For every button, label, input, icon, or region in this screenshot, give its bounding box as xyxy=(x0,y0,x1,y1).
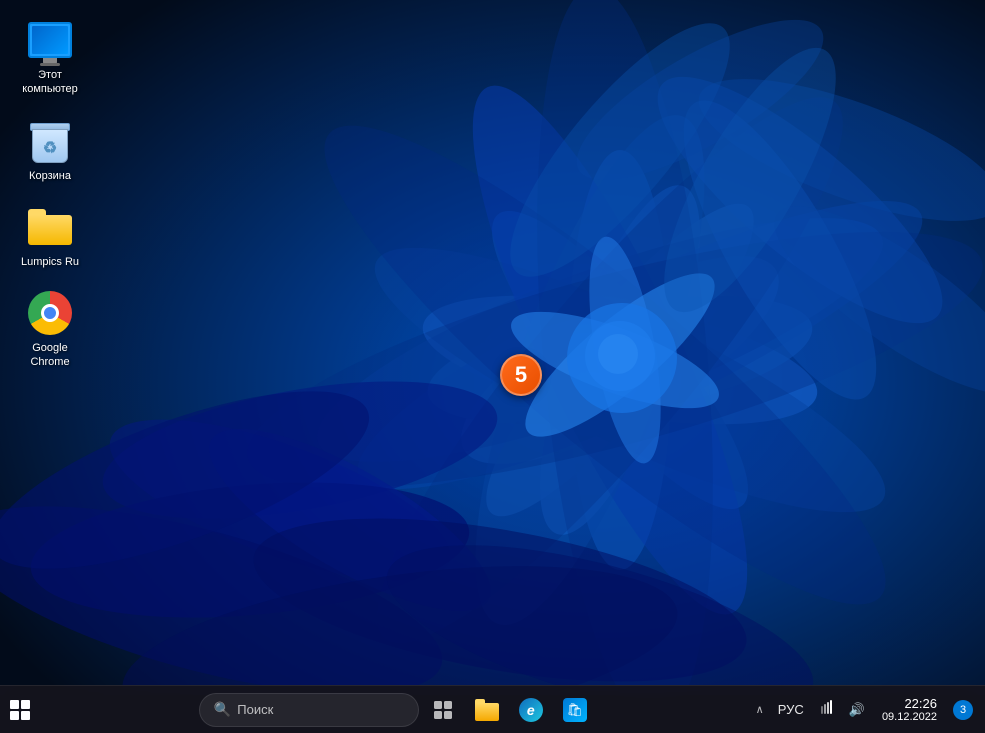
search-bar[interactable]: 🔍 Поиск xyxy=(199,693,419,727)
desktop: Этот компьютер ♻ Корзина xyxy=(0,0,985,695)
win-square-2 xyxy=(21,700,30,709)
bloom-wallpaper xyxy=(0,0,985,695)
windows-logo-icon xyxy=(10,700,30,720)
volume-icon[interactable]: 🔊 xyxy=(846,700,868,720)
step-number: 5 xyxy=(515,362,527,388)
taskbar-center: 🔍 Поиск e 🛍 xyxy=(40,690,754,730)
network-icon-svg xyxy=(819,700,835,716)
desktop-icon-this-computer[interactable]: Этот компьютер xyxy=(10,10,90,103)
edge-icon: e xyxy=(519,698,543,722)
start-button[interactable] xyxy=(0,690,40,730)
notification-badge[interactable]: 3 xyxy=(953,700,973,720)
search-label: Поиск xyxy=(237,702,273,717)
desktop-icon-recycle-bin[interactable]: ♻ Корзина xyxy=(10,111,90,189)
desktop-icon-google-chrome[interactable]: Google Chrome xyxy=(10,283,90,376)
store-icon: 🛍 xyxy=(563,698,587,722)
clock-display[interactable]: 22:26 09.12.2022 xyxy=(876,694,943,725)
computer-icon-label: Этот компьютер xyxy=(14,68,86,97)
file-explorer-button[interactable] xyxy=(467,690,507,730)
chrome-label: Google Chrome xyxy=(14,341,86,370)
file-explorer-icon xyxy=(475,699,499,721)
win-square-4 xyxy=(21,711,30,720)
win-square-3 xyxy=(10,711,19,720)
step-badge-5: 5 xyxy=(500,354,542,396)
task-view-button[interactable] xyxy=(423,690,463,730)
clock-time: 22:26 xyxy=(904,696,937,711)
recycle-bin-icon: ♻ xyxy=(26,117,74,165)
task-view-icon xyxy=(433,700,453,720)
language-indicator[interactable]: РУС xyxy=(774,700,808,719)
computer-icon xyxy=(26,16,74,64)
system-tray: ∧ РУС 🔊 22:26 09.12.2022 3 xyxy=(754,694,985,725)
win-square-1 xyxy=(10,700,19,709)
search-icon: 🔍 xyxy=(214,701,231,718)
chrome-icon xyxy=(26,289,74,337)
tray-expand-button[interactable]: ∧ xyxy=(754,701,766,718)
recycle-bin-label: Корзина xyxy=(29,169,71,183)
network-icon[interactable] xyxy=(816,698,838,721)
desktop-icons: Этот компьютер ♻ Корзина xyxy=(10,10,90,376)
taskbar: 🔍 Поиск e 🛍 xyxy=(0,685,985,733)
lumpics-label: Lumpics Ru xyxy=(21,255,79,269)
desktop-icon-lumpics-ru[interactable]: Lumpics Ru xyxy=(10,197,90,275)
store-button[interactable]: 🛍 xyxy=(555,690,595,730)
folder-icon xyxy=(26,203,74,251)
clock-date: 09.12.2022 xyxy=(882,711,937,723)
edge-button[interactable]: e xyxy=(511,690,551,730)
